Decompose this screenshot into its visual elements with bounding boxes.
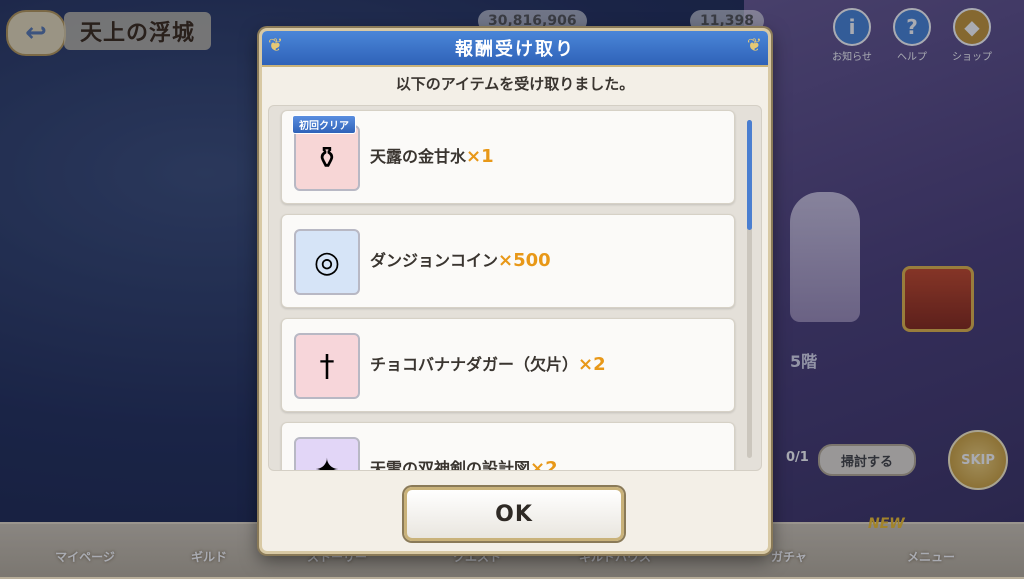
reward-item-quantity: ×2	[530, 458, 558, 471]
ok-button[interactable]: OK	[404, 487, 624, 541]
first-clear-badge: 初回クリア	[292, 115, 356, 134]
reward-item[interactable]: † チョコバナナダガー（欠片）×2	[281, 318, 735, 412]
reward-item-text: 天雷の双神剣の設計図×2	[370, 455, 558, 471]
golden-pot-icon: ⚱	[294, 125, 360, 191]
scrollbar-thumb[interactable]	[747, 120, 752, 230]
reward-item-quantity: ×1	[466, 146, 494, 167]
reward-item-name: チョコバナナダガー（欠片）	[370, 355, 579, 374]
reward-dialog: 報酬受け取り ❦ ❦ 以下のアイテムを受け取りました。 初回クリア ⚱ 天露の金甘水…	[259, 28, 771, 554]
reward-item[interactable]: ✦ 天雷の双神剣の設計図×2	[281, 422, 735, 471]
reward-item-quantity: ×500	[498, 250, 551, 271]
dagger-fragment-icon: †	[294, 333, 360, 399]
corner-ornament-icon: ❦	[746, 35, 762, 56]
dialog-header: 報酬受け取り	[262, 31, 768, 67]
blueprint-icon: ✦	[294, 437, 360, 470]
reward-item-text: ダンジョンコイン×500	[370, 247, 551, 271]
corner-ornament-icon: ❦	[268, 35, 284, 56]
reward-item[interactable]: ◎ ダンジョンコイン×500	[281, 214, 735, 308]
reward-item-quantity: ×2	[578, 354, 606, 375]
dialog-message: 以下のアイテムを受け取りました。	[395, 75, 635, 93]
reward-item-name: ダンジョンコイン	[370, 251, 499, 270]
reward-item-text: 天露の金甘水×1	[370, 143, 494, 167]
reward-item-text: チョコバナナダガー（欠片）×2	[370, 351, 606, 375]
reward-item-name: 天露の金甘水	[370, 147, 467, 166]
reward-item-name: 天雷の双神剣の設計図	[370, 459, 531, 471]
reward-item[interactable]: 初回クリア ⚱ 天露の金甘水×1	[281, 110, 735, 204]
reward-list[interactable]: 初回クリア ⚱ 天露の金甘水×1 ◎ ダンジョンコイン×500 † チョコバナナダガー（欠片…	[268, 105, 762, 471]
dialog-title: 報酬受け取り	[455, 39, 575, 60]
dungeon-coin-icon: ◎	[294, 229, 360, 295]
